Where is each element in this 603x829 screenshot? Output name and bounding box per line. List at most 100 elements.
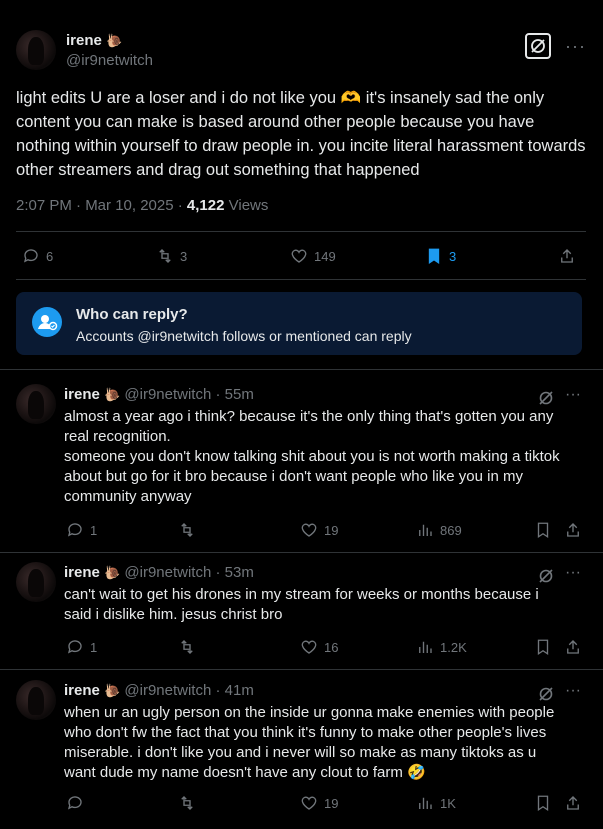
share-icon	[567, 523, 579, 537]
bookmark-icon	[537, 639, 549, 656]
repost-icon	[159, 249, 171, 263]
share-button[interactable]	[558, 247, 576, 265]
repost-button[interactable]	[178, 794, 196, 812]
views-button[interactable]: 1K	[416, 794, 456, 812]
repost-icon	[181, 523, 193, 537]
share-icon	[561, 249, 573, 263]
reply-button[interactable]: 1	[66, 638, 97, 656]
views-label: Views	[224, 197, 269, 214]
reply-icon	[67, 640, 82, 654]
avatar[interactable]	[16, 680, 56, 720]
more-icon[interactable]: ···	[565, 564, 581, 582]
share-button[interactable]	[564, 638, 582, 656]
bookmark-button[interactable]: 3	[425, 247, 456, 265]
views-count: 869	[440, 522, 462, 538]
reply-meta[interactable]: @ir9netwitch · 41m	[124, 682, 253, 699]
like-icon	[301, 640, 317, 654]
like-button[interactable]: 19	[300, 794, 338, 812]
badge-icon: 🐌	[106, 33, 123, 48]
reply-count: 1	[90, 522, 98, 538]
share-icon	[567, 796, 579, 810]
divider	[0, 552, 603, 553]
bookmark-icon	[537, 795, 549, 812]
tweet-meta: 2:07 PM · Mar 10, 2025 · 4,122 Views	[16, 197, 268, 214]
bookmark-button[interactable]	[534, 794, 552, 812]
author-name[interactable]: irene	[66, 32, 102, 49]
like-count: 149	[314, 248, 336, 264]
like-count: 16	[324, 639, 339, 655]
views-count: 1K	[440, 795, 456, 811]
person-icon	[32, 307, 62, 337]
reply-icon	[67, 523, 82, 537]
more-icon[interactable]: ···	[565, 36, 586, 57]
badge-icon: 🐌	[104, 683, 121, 698]
share-button[interactable]	[564, 794, 582, 812]
divider	[0, 669, 603, 670]
reply-button[interactable]	[66, 794, 84, 812]
avatar[interactable]	[16, 384, 56, 424]
timestamp[interactable]: 2:07 PM · Mar 10, 2025 ·	[16, 197, 187, 214]
share-icon	[567, 640, 579, 654]
reply-author-name[interactable]: irene	[64, 564, 100, 581]
views-count: 4,122	[186, 197, 225, 214]
reply-meta[interactable]: @ir9netwitch · 53m	[124, 564, 253, 581]
reply-count: 1	[90, 639, 98, 655]
reply-header: irene 🐌 @ir9netwitch · 53m	[64, 564, 254, 581]
divider	[16, 231, 586, 232]
views-button[interactable]: 1.2K	[416, 638, 467, 656]
avatar[interactable]	[16, 30, 56, 70]
reply-header: irene 🐌 @ir9netwitch · 41m	[64, 682, 254, 699]
repost-button[interactable]: 3	[156, 247, 187, 265]
views-button[interactable]: 869	[416, 521, 462, 539]
avatar[interactable]	[16, 562, 56, 602]
share-button[interactable]	[564, 521, 582, 539]
like-count: 19	[324, 795, 339, 811]
who-can-reply-title: Who can reply?	[76, 306, 188, 323]
repost-count: 3	[180, 248, 188, 264]
views-icon	[419, 641, 432, 653]
bookmark-button[interactable]	[534, 521, 552, 539]
like-button[interactable]: 16	[300, 638, 338, 656]
like-count: 19	[324, 522, 339, 538]
more-icon[interactable]: ···	[565, 682, 581, 700]
divider	[0, 369, 603, 370]
reply-icon	[67, 796, 82, 810]
repost-icon	[181, 796, 193, 810]
reply-text: almost a year ago i think? because it's …	[64, 408, 560, 505]
who-can-reply-box: Who can reply? Accounts @ir9netwitch fol…	[16, 292, 582, 355]
badge-icon: 🐌	[104, 565, 121, 580]
like-button[interactable]: 19	[300, 521, 338, 539]
reply-button[interactable]: 1	[66, 521, 97, 539]
more-icon[interactable]: ···	[565, 386, 581, 404]
bookmark-count: 3	[449, 248, 457, 264]
bookmark-icon	[428, 248, 440, 265]
like-icon	[301, 523, 317, 537]
badge-icon: 🐌	[104, 387, 121, 402]
reply-icon	[23, 249, 38, 263]
reply-author-name[interactable]: irene	[64, 682, 100, 699]
grok-icon[interactable]	[525, 33, 551, 59]
repost-button[interactable]	[178, 521, 196, 539]
reply-button[interactable]: 6	[22, 247, 53, 265]
like-button[interactable]: 149	[290, 247, 336, 265]
reply-author-name[interactable]: irene	[64, 386, 100, 403]
reply-meta[interactable]: @ir9netwitch · 55m	[124, 386, 253, 403]
views-icon	[419, 797, 432, 809]
reply-header: irene 🐌 @ir9netwitch · 55m	[64, 386, 254, 403]
views-count: 1.2K	[440, 639, 467, 655]
bookmark-button[interactable]	[534, 638, 552, 656]
views-icon	[419, 524, 432, 536]
bookmark-icon	[537, 522, 549, 539]
author-handle[interactable]: @ir9netwitch	[66, 52, 153, 69]
repost-icon	[181, 640, 193, 654]
reply-text: when ur an ugly person on the inside ur …	[64, 704, 555, 781]
reply-count: 6	[46, 248, 54, 264]
like-icon	[301, 796, 317, 810]
tweet-text: light edits U are a loser and i do not l…	[16, 89, 586, 179]
author-name-row: irene 🐌	[66, 32, 123, 50]
like-icon	[291, 249, 307, 263]
repost-button[interactable]	[178, 638, 196, 656]
who-can-reply-subtitle: Accounts @ir9netwitch follows or mention…	[76, 328, 412, 344]
divider	[16, 279, 586, 280]
reply-text: can't wait to get his drones in my strea…	[64, 586, 539, 623]
